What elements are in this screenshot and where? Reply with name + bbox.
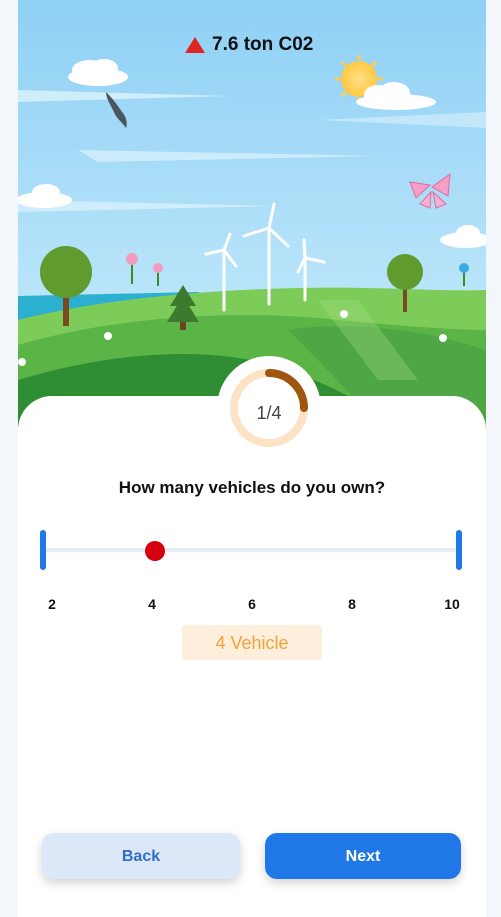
selected-value-label: 4 Vehicle [182, 625, 322, 660]
slider-track[interactable] [44, 548, 458, 552]
slider-tick-label: 2 [48, 596, 56, 612]
app-screen: 7.6 ton C02 1/4 How many vehicles do you… [18, 0, 486, 917]
back-button[interactable]: Back [42, 833, 240, 879]
slider-thumb[interactable] [145, 541, 165, 561]
triangle-up-icon [185, 37, 205, 53]
slider-min-handle [40, 530, 46, 570]
slider-tick-labels: 2 4 6 8 10 [18, 596, 486, 616]
step-progress-ring: 1/4 [217, 356, 321, 460]
vehicle-count-slider[interactable] [40, 530, 464, 572]
co2-footprint-indicator: 7.6 ton C02 [184, 34, 313, 56]
next-button[interactable]: Next [265, 833, 461, 879]
step-counter: 1/4 [256, 403, 282, 423]
co2-value: 7.6 ton C02 [212, 34, 314, 55]
slider-tick-label: 10 [444, 596, 460, 612]
question-title: How many vehicles do you own? [118, 478, 386, 497]
slider-tick-label: 8 [348, 596, 356, 612]
slider-tick-label: 6 [248, 596, 256, 612]
slider-tick-label: 4 [148, 596, 156, 612]
slider-max-handle [456, 530, 462, 570]
